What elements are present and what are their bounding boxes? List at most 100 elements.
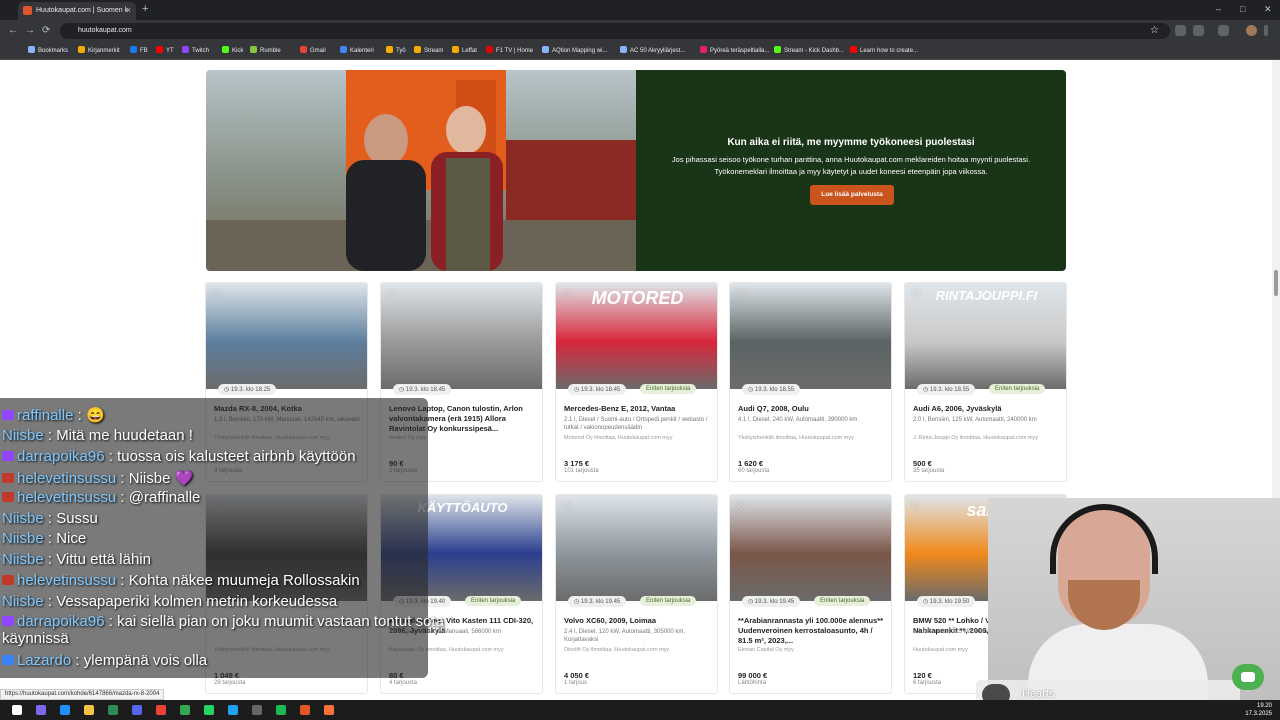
favorite-heart-icon[interactable]: ♡ xyxy=(212,288,222,301)
close-window-button[interactable]: ✕ xyxy=(1264,4,1272,15)
bookmark-16[interactable]: Pyöreä teräspeltialla... xyxy=(700,46,769,54)
bookmark-7[interactable]: Rumble xyxy=(250,46,281,54)
chat-username: Niisbe xyxy=(2,427,44,444)
cast-icon[interactable] xyxy=(1218,25,1229,36)
taskbar-app-icon[interactable] xyxy=(36,705,46,715)
taskbar-app-icon[interactable] xyxy=(300,705,310,715)
listing-card[interactable]: ♡ ◷ 19.3. klo 18.55 Audi Q7, 2008, Oulu 4.1… xyxy=(729,282,892,482)
bookmark-1[interactable]: Bookmarks xyxy=(28,46,68,54)
chat-badge-icon xyxy=(2,451,14,461)
listing-title[interactable]: Audi Q7, 2008, Oulu xyxy=(738,404,886,414)
taskbar-app-icon[interactable] xyxy=(276,705,286,715)
bookmark-13[interactable]: F1 TV | Home xyxy=(486,46,533,54)
listing-image[interactable] xyxy=(730,283,891,389)
chat-text: käynnissä xyxy=(2,630,69,647)
taskbar-clock: 19.20 17.3.2025 xyxy=(1245,702,1272,718)
taskbar-app-icon[interactable] xyxy=(324,705,334,715)
favorite-heart-icon[interactable]: ♡ xyxy=(387,288,397,301)
listing-card[interactable]: MOTORED ♡ ◷ 19.3. klo 18.45 Eniten tarjouks… xyxy=(555,282,718,482)
hero-banner: Kun aika ei riitä, me myymme työkoneesi … xyxy=(206,70,1066,271)
listing-image[interactable]: MOTORED xyxy=(556,283,717,389)
listing-image[interactable] xyxy=(381,283,542,389)
profile-avatar[interactable] xyxy=(1246,25,1257,36)
bookmark-9[interactable]: Kalenteri xyxy=(340,46,374,54)
chat-message: Niisbe : Sussu xyxy=(2,510,98,527)
favorite-heart-icon[interactable]: ♡ xyxy=(736,500,746,513)
tab-huutokaupat[interactable]: Huutokaupat.com | Suomen k × xyxy=(18,2,136,20)
maximize-button[interactable]: □ xyxy=(1240,4,1245,14)
bookmark-icon xyxy=(28,46,35,53)
chat-text: : tuossa ois kalusteet airbnb käyttöön xyxy=(104,448,356,465)
listing-price: 99 000 € xyxy=(738,671,768,680)
new-tab-button[interactable]: + xyxy=(142,3,148,15)
listing-seller: Dinolift Oy ilmoittaa, Huutokaupat.com m… xyxy=(564,647,670,653)
bookmark-label: Stream xyxy=(424,48,444,54)
listing-price: 4 050 € xyxy=(564,671,590,680)
favorite-heart-icon[interactable]: ♡ xyxy=(911,288,921,301)
chat-support-button[interactable] xyxy=(1232,664,1264,690)
menu-kebab-icon[interactable] xyxy=(1264,25,1268,36)
listing-bid-count: 60 tarjousta xyxy=(738,468,770,474)
taskbar-app-icon[interactable] xyxy=(228,705,238,715)
taskbar-app-icon[interactable] xyxy=(132,705,142,715)
bookmark-star-icon[interactable]: ☆ xyxy=(1150,25,1159,36)
bookmark-18[interactable]: Learn how to create... xyxy=(850,46,918,54)
favorite-heart-icon[interactable]: ♡ xyxy=(562,288,572,301)
bookmark-label: AQtion Mapping wi... xyxy=(552,48,608,54)
bookmark-15[interactable]: AC 50 Akryyliärjest... xyxy=(620,46,685,54)
listing-price: 500 € xyxy=(913,459,932,468)
favorite-heart-icon[interactable]: ♡ xyxy=(911,500,921,513)
listing-price: 120 € xyxy=(913,671,932,680)
chat-username: Niisbe xyxy=(2,510,44,527)
extensions-puzzle-icon[interactable] xyxy=(1193,25,1204,36)
bookmark-label: Kirjanmerkit xyxy=(88,48,120,54)
bookmark-12[interactable]: Leffat xyxy=(452,46,477,54)
bookmark-2[interactable]: Kirjanmerkit xyxy=(78,46,120,54)
bookmark-17[interactable]: Stream - Kick Dashb... xyxy=(774,46,844,54)
minimize-button[interactable]: – xyxy=(1216,4,1221,14)
tab-close-icon[interactable]: × xyxy=(126,5,131,15)
favorite-heart-icon[interactable]: ♡ xyxy=(736,288,746,301)
listing-title[interactable]: Audi A6, 2006, Jyväskylä xyxy=(913,404,1061,414)
taskbar-app-icon[interactable] xyxy=(84,705,94,715)
listing-title[interactable]: Mercedes-Benz E, 2012, Vantaa xyxy=(564,404,712,414)
bookmark-3[interactable]: FB xyxy=(130,46,148,54)
taskbar-app-icon[interactable] xyxy=(156,705,166,715)
scrollbar-thumb[interactable] xyxy=(1274,270,1278,296)
bookmark-8[interactable]: Gmail xyxy=(300,46,326,54)
taskbar-app-icon[interactable] xyxy=(252,705,262,715)
favorite-heart-icon[interactable]: ♡ xyxy=(562,500,572,513)
taskbar-app-icon[interactable] xyxy=(12,705,22,715)
bookmark-label: Työ xyxy=(396,48,406,54)
listing-title[interactable]: Volvo XC60, 2009, Loimaa xyxy=(564,616,712,626)
bookmark-label: Gmail xyxy=(310,48,326,54)
bookmark-10[interactable]: Työ xyxy=(386,46,406,54)
bookmark-14[interactable]: AQtion Mapping wi... xyxy=(542,46,607,54)
taskbar-app-icon[interactable] xyxy=(108,705,118,715)
taskbar-app-icon[interactable] xyxy=(180,705,190,715)
listing-image[interactable] xyxy=(206,283,367,389)
status-url: https://huutokaupat.com/kohde/6147866/ma… xyxy=(0,689,165,700)
listing-title[interactable]: **Arabianrannasta yli 100.000e alennus**… xyxy=(738,616,886,646)
reload-button[interactable]: ⟳ xyxy=(42,25,50,36)
extension-icon[interactable] xyxy=(1175,25,1186,36)
bookmark-6[interactable]: Kick xyxy=(222,46,243,54)
listing-card[interactable]: RINTAJOUPPI.FI ♡ ◷ 19.3. klo 18.55 Eniten t… xyxy=(904,282,1067,482)
bookmark-5[interactable]: Twitch xyxy=(182,46,209,54)
chat-text: : Niisbe 💜 xyxy=(116,470,194,487)
taskbar-app-icon[interactable] xyxy=(204,705,214,715)
listing-image[interactable] xyxy=(730,495,891,601)
chat-text: : Vessapaperiki kolmen metrin korkeudess… xyxy=(43,593,338,610)
forward-button[interactable]: → xyxy=(25,25,35,36)
listing-card[interactable]: ♡ ◷ 19.3. klo 19.45 Eniten tarjouksia **Ara… xyxy=(729,494,892,694)
listing-card[interactable]: ♡ ◷ 19.3. klo 19.45 Eniten tarjouksia Volvo… xyxy=(555,494,718,694)
bookmark-label: F1 TV | Home xyxy=(496,48,534,54)
listing-image[interactable]: RINTAJOUPPI.FI xyxy=(905,283,1066,389)
bookmark-11[interactable]: Stream xyxy=(414,46,443,54)
read-more-button[interactable]: Lue lisää palvelusta xyxy=(810,185,894,205)
address-bar[interactable]: huutokaupat.com xyxy=(60,23,1170,39)
listing-image[interactable] xyxy=(556,495,717,601)
bookmark-4[interactable]: YT xyxy=(156,46,174,54)
back-button[interactable]: ← xyxy=(8,25,18,36)
taskbar-app-icon[interactable] xyxy=(60,705,70,715)
